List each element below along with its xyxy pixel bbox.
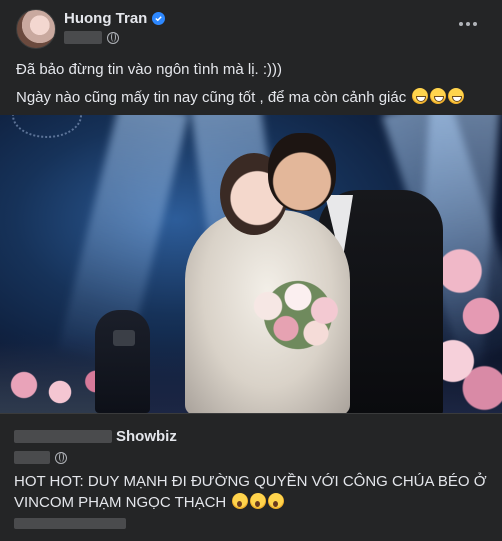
astonished-emoji xyxy=(250,493,267,509)
globe-icon xyxy=(55,451,67,464)
post-text-line-2: Ngày nào cũng mấy tin nay cũng tốt , để … xyxy=(16,88,465,108)
post-meta xyxy=(64,31,119,44)
post-photo[interactable] xyxy=(0,115,502,413)
photographer-figure xyxy=(95,310,150,413)
shared-footer-redacted xyxy=(14,516,126,534)
groom-head xyxy=(268,133,336,211)
shared-post[interactable]: Showbiz HOT HOT: DUY MẠNH ĐI ĐƯỜNG QUYỀN… xyxy=(0,413,502,541)
astonished-emoji xyxy=(232,493,249,509)
timestamp-redacted[interactable] xyxy=(64,31,102,44)
post-author: Huong Tran xyxy=(64,10,166,27)
post-text-line-1: Đã bảo đừng tin vào ngôn tình mà lị. :))… xyxy=(16,61,283,78)
shared-timestamp-redacted[interactable] xyxy=(14,451,50,464)
page-name-redacted xyxy=(14,430,112,443)
shared-text: HOT HOT: DUY MẠNH ĐI ĐƯỜNG QUYỀN VỚI CÔN… xyxy=(14,473,487,511)
stage-decoration xyxy=(12,115,82,138)
verified-badge-icon xyxy=(152,12,166,25)
author-name[interactable]: Huong Tran xyxy=(64,10,147,27)
grinning-squint-emoji xyxy=(430,88,447,104)
grinning-squint-emoji xyxy=(448,88,465,104)
astonished-emoji xyxy=(268,493,285,509)
shared-page-name[interactable]: Showbiz xyxy=(14,428,177,445)
shared-meta xyxy=(14,451,67,464)
post-card: Huong Tran Đã bảo đừng tin vào ngôn tình… xyxy=(0,0,502,541)
more-options-icon[interactable] xyxy=(456,14,480,34)
globe-icon xyxy=(107,31,119,44)
grinning-squint-emoji xyxy=(412,88,429,104)
bouquet xyxy=(238,270,358,360)
camera-icon xyxy=(113,330,135,346)
avatar[interactable] xyxy=(16,9,56,49)
